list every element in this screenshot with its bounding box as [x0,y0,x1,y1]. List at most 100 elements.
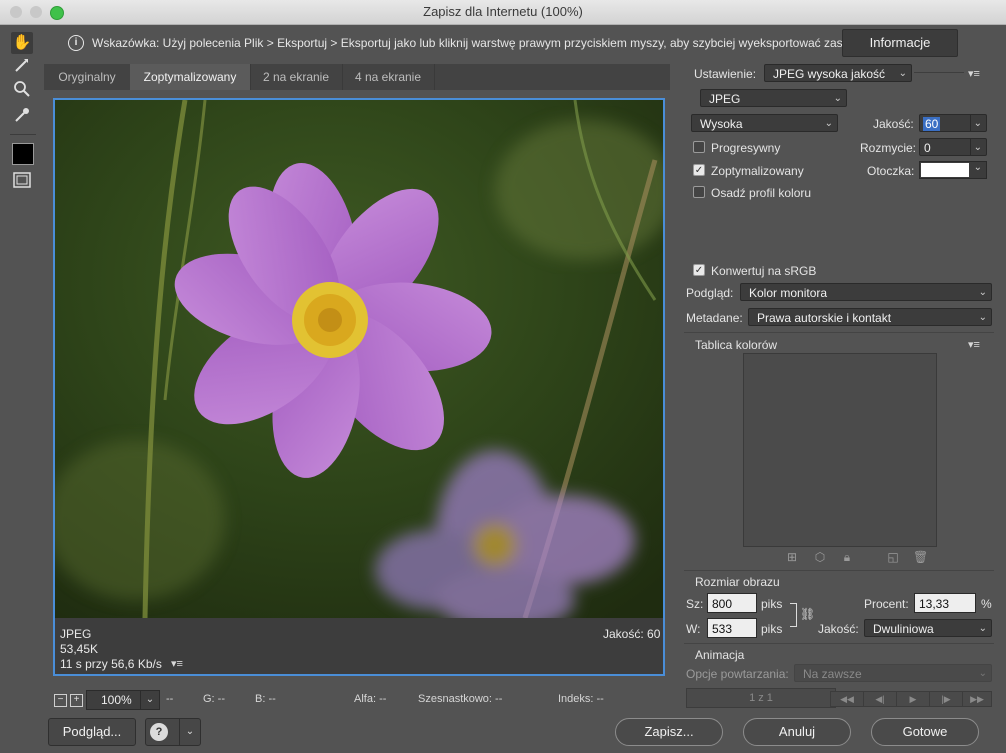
zoom-out-icon[interactable]: − [54,694,67,707]
chevron-down-icon: ⌄ [978,312,987,323]
preset-label: Ustawienie: [694,67,757,81]
height-label: W: [686,622,701,636]
cancel-button[interactable]: Anuluj [743,718,851,746]
compression-quality-select[interactable]: Wysoka ⌄ [691,114,838,132]
quality-input[interactable]: 60 ⌄ [919,114,987,132]
status-b: B: -- [255,693,276,705]
image-size-header: Rozmiar obrazu [695,575,780,589]
status-alpha: Alfa: -- [354,693,387,705]
eyedropper-color-swatch[interactable] [12,143,34,165]
constrain-bracket [790,603,797,627]
chevron-down-icon[interactable]: ⌄ [969,115,982,131]
download-speed-menu-icon[interactable]: ▾≡ [171,657,183,670]
cube-icon: ⬡ [814,550,826,564]
embed-profile-checkbox[interactable] [693,186,705,198]
zoom-tool-icon[interactable] [11,80,33,102]
preset-select[interactable]: JPEG wysoka jakość ⌄ [764,64,912,82]
slice-select-tool-icon[interactable] [11,56,33,78]
metadata-label: Metadane: [686,311,743,325]
progressive-label: Progresywny [711,141,781,155]
blur-input[interactable]: 0 ⌄ [919,138,987,156]
zoom-level-select[interactable]: 100% ⌄ [86,690,160,710]
animation-header: Animacja [695,648,745,662]
done-button[interactable]: Gotowe [871,718,979,746]
width-input[interactable]: 800 [707,593,757,613]
embed-profile-label: Osadź profil koloru [711,186,812,200]
resample-quality-select[interactable]: Dwuliniowa ⌄ [864,619,992,637]
status-index: Indeks: -- [558,693,604,705]
width-label: Sz: [686,597,704,611]
tab-original[interactable]: Oryginalny [44,64,131,90]
height-unit: piks [761,622,783,636]
status-r: -- [166,693,174,705]
metadata-select[interactable]: Prawa autorskie i kontakt ⌄ [748,308,992,326]
chevron-down-icon[interactable]: ⌄ [140,691,159,709]
preview-download-time: 11 s przy 56,6 Kb/s [60,657,162,671]
resample-quality-label: Jakość: [818,622,859,636]
window-title: Zapisz dla Internetu (100%) [423,4,583,19]
preview-quality: Jakość: 60 [603,627,661,641]
toolbar-divider [10,134,36,135]
color-table-grid[interactable] [743,353,937,547]
percent-sign: % [981,597,992,611]
tab-2-up[interactable]: 2 na ekranie [250,64,343,90]
tab-4-up[interactable]: 4 na ekranie [342,64,435,90]
optimized-checkbox[interactable]: ✓ [693,164,705,176]
quality-label: Jakość: [873,117,914,131]
toggle-slices-icon[interactable] [11,172,33,194]
browser-preview-button[interactable]: ? ⌄ [145,718,201,746]
play-icon: ▶ [896,691,930,707]
convert-srgb-checkbox[interactable]: ✓ [693,264,705,276]
optimized-label: Zoptymalizowany [711,164,804,178]
preview-label: Podgląd: [686,286,734,300]
progressive-checkbox[interactable] [693,141,705,153]
chevron-down-icon: ⌄ [973,162,982,173]
link-icon[interactable]: ⛓︎ [800,607,815,621]
new-color-icon: ◱ [887,550,899,564]
chevron-down-icon: ⌄ [824,118,833,129]
info-button[interactable]: Informacje [842,29,958,57]
matte-label: Otoczka: [867,164,915,178]
chevron-down-icon: ⌄ [978,623,987,634]
format-select[interactable]: JPEG ⌄ [700,89,847,107]
chevron-down-icon[interactable]: ⌄ [179,719,200,745]
percent-label: Procent: [864,597,909,611]
divider [914,72,964,73]
chevron-down-icon[interactable]: ⌄ [969,139,982,155]
color-table-menu-icon[interactable]: ▾≡ [968,338,980,351]
hand-tool-icon[interactable]: ✋ [11,32,33,54]
convert-srgb-label: Konwertuj na sRGB [711,264,817,278]
tab-optimized[interactable]: Zoptymalizowany [130,64,251,90]
browser-icon: ? [150,723,168,741]
next-frame-icon: |▶ [929,691,963,707]
web-shift-icon: ⊞ [786,550,798,564]
zoom-in-icon[interactable]: + [70,694,83,707]
optimize-menu-icon[interactable]: ▾≡ [968,67,980,80]
info-icon: i [68,35,84,51]
loop-label: Opcje powtarzania: [686,667,789,681]
previous-frame-icon: ◀| [863,691,897,707]
last-frame-icon: ▶▶ [962,691,992,707]
chevron-down-icon: ⌄ [898,68,907,79]
matte-select[interactable]: ⌄ [919,161,987,179]
lock-icon: 🔒︎ [843,550,851,564]
preview-format: JPEG [60,627,92,641]
status-hex: Szesnastkowo: -- [418,693,503,705]
color-table-header: Tablica kolorów [695,338,778,352]
divider [684,570,994,571]
blur-label: Rozmycie: [860,141,917,155]
status-g: G: -- [203,693,225,705]
preview-image[interactable] [55,100,663,618]
preview-button[interactable]: Podgląd... [48,718,136,746]
title-bar: Zapisz dla Internetu (100%) [0,0,1006,25]
save-button[interactable]: Zapisz... [615,718,723,746]
width-unit: piks [761,597,783,611]
trash-icon: 🗑︎ [913,550,929,564]
percent-input[interactable]: 13,33 [914,593,976,613]
loop-select: Na zawsze ⌄ [794,664,992,682]
frame-counter: 1 z 1 [686,688,836,708]
eyedropper-tool-icon[interactable] [11,106,33,128]
preview-color-select[interactable]: Kolor monitora ⌄ [740,283,992,301]
height-input[interactable]: 533 [707,618,757,638]
hint-text: Wskazówka: Użyj polecenia Plik > Eksport… [92,36,865,50]
